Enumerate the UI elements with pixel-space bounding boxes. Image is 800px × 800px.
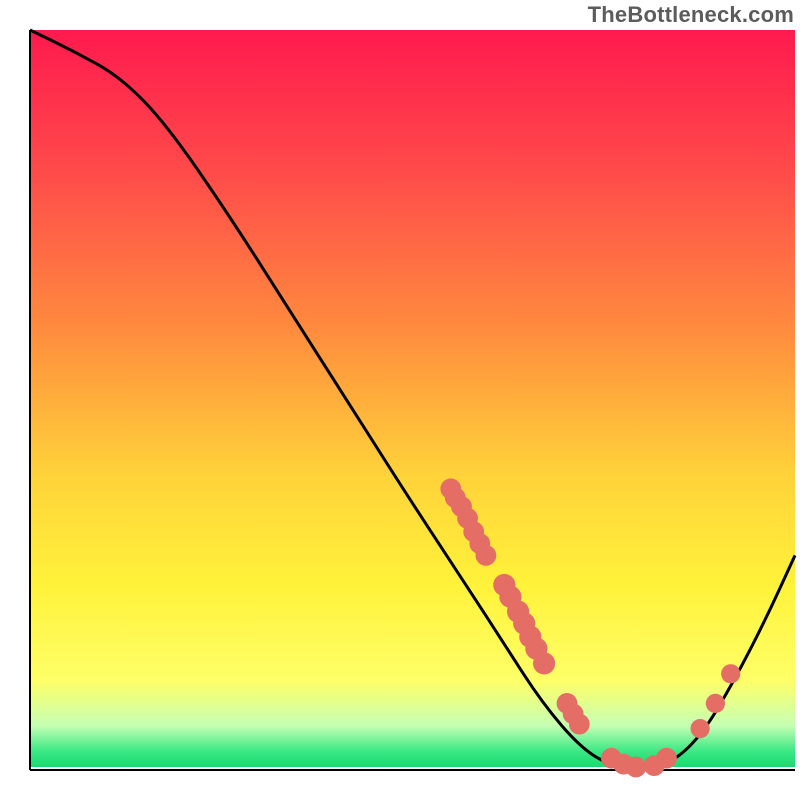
data-dot: [721, 664, 740, 683]
data-dot: [656, 748, 677, 769]
data-dot: [476, 545, 497, 566]
data-dot: [691, 719, 710, 738]
data-dot: [706, 694, 725, 713]
data-dot: [569, 714, 590, 735]
watermark-text: TheBottleneck.com: [588, 2, 794, 28]
data-dot: [533, 652, 555, 674]
plot-svg: [0, 0, 800, 800]
data-dot: [626, 757, 647, 778]
gradient-background: [30, 30, 795, 770]
chart-frame: TheBottleneck.com: [0, 0, 800, 800]
